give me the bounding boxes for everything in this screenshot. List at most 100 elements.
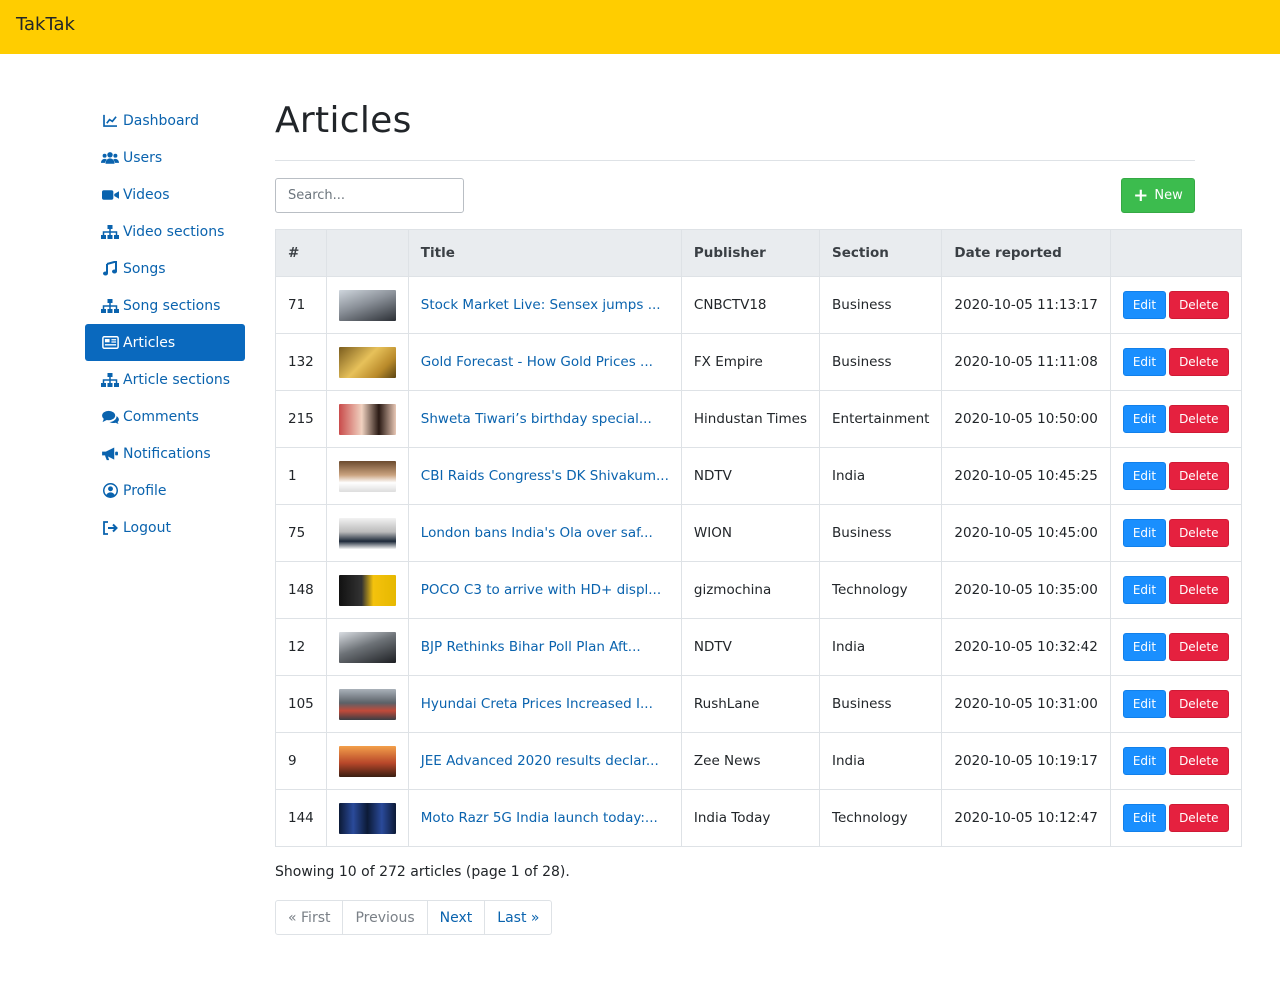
article-thumbnail xyxy=(338,688,396,720)
sitemap-icon xyxy=(101,224,119,240)
edit-button[interactable]: Edit xyxy=(1122,690,1167,718)
cell-actions: Edit Delete xyxy=(1109,732,1242,790)
edit-button[interactable]: Edit xyxy=(1122,576,1167,604)
delete-button[interactable]: Delete xyxy=(1169,462,1229,490)
pagination-first[interactable]: « First xyxy=(276,901,342,934)
article-thumbnail xyxy=(338,802,396,834)
cell-date: 2020-10-05 10:50:00 xyxy=(941,390,1111,448)
sidebar-item-dashboard[interactable]: Dashboard xyxy=(85,102,245,139)
delete-button[interactable]: Delete xyxy=(1169,519,1229,547)
cell-actions: Edit Delete xyxy=(1109,675,1242,733)
sidebar-item-songs[interactable]: Songs xyxy=(85,250,245,287)
edit-button[interactable]: Edit xyxy=(1122,291,1167,319)
cell-section: India xyxy=(818,618,943,676)
table-row: 144 Moto Razr 5G India launch today:... In… xyxy=(275,789,1242,847)
cell-date: 2020-10-05 10:19:17 xyxy=(941,732,1111,790)
article-thumbnail xyxy=(338,517,396,549)
cell-publisher: WION xyxy=(680,504,821,562)
cell-thumbnail xyxy=(325,618,409,676)
sidebar-item-comments[interactable]: Comments xyxy=(85,398,245,435)
cell-actions: Edit Delete xyxy=(1109,447,1242,505)
sidebar-item-profile[interactable]: Profile xyxy=(85,472,245,509)
sidebar-item-label: Song sections xyxy=(123,297,221,314)
article-title-link[interactable]: Moto Razr 5G India launch today:... xyxy=(421,810,658,826)
edit-button[interactable]: Edit xyxy=(1122,462,1167,490)
user-circle-icon xyxy=(101,483,119,499)
table-row: 71 Stock Market Live: Sensex jumps ... CNB… xyxy=(275,276,1242,334)
sidebar-item-logout[interactable]: Logout xyxy=(85,509,245,546)
cell-title: POCO C3 to arrive with HD+ displ... xyxy=(407,561,682,619)
cell-date: 2020-10-05 10:32:42 xyxy=(941,618,1111,676)
column-header-thumbnail xyxy=(325,229,409,277)
cell-thumbnail xyxy=(325,390,409,448)
article-title-link[interactable]: BJP Rethinks Bihar Poll Plan Aft... xyxy=(421,639,641,655)
pagination-previous[interactable]: Previous xyxy=(342,901,426,934)
delete-button[interactable]: Delete xyxy=(1169,633,1229,661)
sidebar-item-label: Notifications xyxy=(123,445,211,462)
article-title-link[interactable]: Stock Market Live: Sensex jumps ... xyxy=(421,297,661,313)
table-row: 215 Shweta Tiwari’s birthday special... Hi… xyxy=(275,390,1242,448)
cell-section: Technology xyxy=(818,561,943,619)
edit-button[interactable]: Edit xyxy=(1122,405,1167,433)
article-thumbnail xyxy=(338,403,396,435)
edit-button[interactable]: Edit xyxy=(1122,747,1167,775)
sidebar-item-label: Users xyxy=(123,149,163,166)
table-row: 1 CBI Raids Congress's DK Shivakum... NDTV… xyxy=(275,447,1242,505)
delete-button[interactable]: Delete xyxy=(1169,804,1229,832)
article-title-link[interactable]: POCO C3 to arrive with HD+ displ... xyxy=(421,582,661,598)
article-title-link[interactable]: JEE Advanced 2020 results declar... xyxy=(421,753,659,769)
cell-id: 144 xyxy=(275,789,327,847)
sidebar-item-users[interactable]: Users xyxy=(85,139,245,176)
search-input[interactable] xyxy=(275,178,464,213)
cell-id: 148 xyxy=(275,561,327,619)
cell-publisher: Hindustan Times xyxy=(680,390,821,448)
sidebar-item-videos[interactable]: Videos xyxy=(85,176,245,213)
sidebar-item-label: Dashboard xyxy=(123,112,199,129)
article-title-link[interactable]: Gold Forecast - How Gold Prices ... xyxy=(421,354,653,370)
column-header-date: Date reported xyxy=(941,229,1111,277)
pagination-last[interactable]: Last » xyxy=(484,901,551,934)
edit-button[interactable]: Edit xyxy=(1122,804,1167,832)
article-title-link[interactable]: Shweta Tiwari’s birthday special... xyxy=(421,411,652,427)
sitemap-icon xyxy=(101,298,119,314)
new-button-label: New xyxy=(1154,188,1183,203)
pagination-next[interactable]: Next xyxy=(426,901,485,934)
cell-thumbnail xyxy=(325,447,409,505)
cell-id: 9 xyxy=(275,732,327,790)
sign-out-icon xyxy=(101,520,119,536)
chart-line-icon xyxy=(101,113,119,129)
sidebar-item-label: Songs xyxy=(123,260,166,277)
sidebar-item-article-sections[interactable]: Article sections xyxy=(85,361,245,398)
column-header-title: Title xyxy=(407,229,682,277)
delete-button[interactable]: Delete xyxy=(1169,348,1229,376)
cell-section: Technology xyxy=(818,789,943,847)
delete-button[interactable]: Delete xyxy=(1169,747,1229,775)
table-row: 9 JEE Advanced 2020 results declar... Zee … xyxy=(275,732,1242,790)
edit-button[interactable]: Edit xyxy=(1122,633,1167,661)
delete-button[interactable]: Delete xyxy=(1169,405,1229,433)
sidebar-item-notifications[interactable]: Notifications xyxy=(85,435,245,472)
new-article-button[interactable]: + New xyxy=(1121,178,1195,213)
cell-publisher: India Today xyxy=(680,789,821,847)
delete-button[interactable]: Delete xyxy=(1169,576,1229,604)
article-title-link[interactable]: Hyundai Creta Prices Increased I... xyxy=(421,696,653,712)
brand-name[interactable]: TakTak xyxy=(16,14,75,35)
edit-button[interactable]: Edit xyxy=(1122,348,1167,376)
delete-button[interactable]: Delete xyxy=(1169,291,1229,319)
article-thumbnail xyxy=(338,346,396,378)
sidebar-item-song-sections[interactable]: Song sections xyxy=(85,287,245,324)
delete-button[interactable]: Delete xyxy=(1169,690,1229,718)
cell-date: 2020-10-05 10:45:00 xyxy=(941,504,1111,562)
pagination: « First Previous Next Last » xyxy=(275,900,553,935)
cell-actions: Edit Delete xyxy=(1109,276,1242,334)
cell-id: 105 xyxy=(275,675,327,733)
cell-actions: Edit Delete xyxy=(1109,561,1242,619)
cell-publisher: NDTV xyxy=(680,618,821,676)
sidebar-item-video-sections[interactable]: Video sections xyxy=(85,213,245,250)
sidebar-item-articles[interactable]: Articles xyxy=(85,324,245,361)
cell-publisher: Zee News xyxy=(680,732,821,790)
edit-button[interactable]: Edit xyxy=(1122,519,1167,547)
cell-title: London bans India's Ola over saf... xyxy=(407,504,682,562)
article-title-link[interactable]: London bans India's Ola over saf... xyxy=(421,525,653,541)
article-title-link[interactable]: CBI Raids Congress's DK Shivakum... xyxy=(421,468,669,484)
